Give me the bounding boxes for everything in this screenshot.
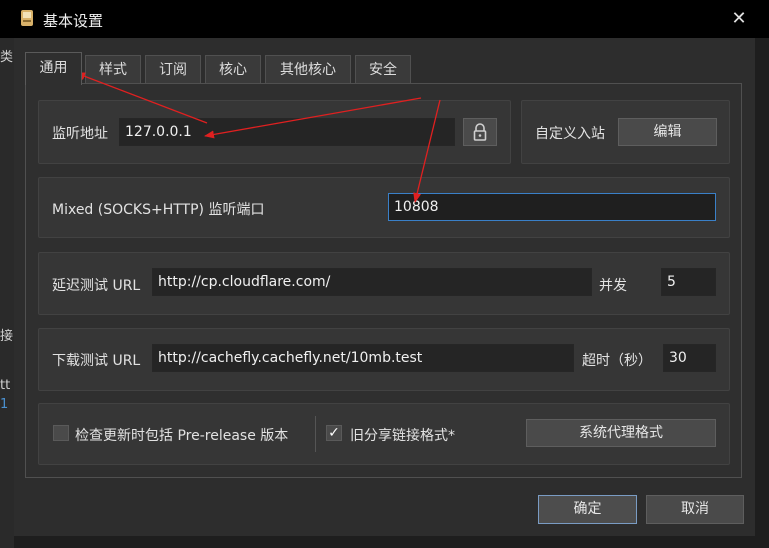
background-fragment: 1 (0, 397, 9, 412)
listen-address-input[interactable]: 127.0.0.1 (119, 118, 455, 146)
concurrency-input[interactable]: 5 (661, 268, 716, 296)
close-icon: ✕ (731, 8, 747, 29)
legacy-share-checkbox[interactable]: ✓ (326, 425, 342, 441)
concurrency-label: 并发 (599, 278, 627, 294)
mixed-port-label: Mixed (SOCKS+HTTP) 监听端口 (52, 202, 265, 218)
tab-style[interactable]: 样式 (85, 55, 141, 83)
ok-button[interactable]: 确定 (538, 495, 637, 524)
download-test-label: 下载测试 URL (52, 353, 141, 369)
edit-inbound-button[interactable]: 编辑 (618, 118, 717, 146)
tab-security[interactable]: 安全 (355, 55, 411, 83)
options-divider (315, 416, 316, 452)
latency-test-label: 延迟测试 URL (52, 278, 141, 294)
download-test-url-input[interactable]: http://cachefly.cachefly.net/10mb.test (152, 344, 574, 372)
tab-core[interactable]: 核心 (205, 55, 261, 83)
custom-inbound-label: 自定义入站 (535, 126, 605, 142)
timeout-label: 超时（秒） (582, 353, 652, 369)
timeout-input[interactable]: 30 (663, 344, 716, 372)
cancel-button[interactable]: 取消 (646, 495, 744, 524)
background-fragment: 接 (0, 329, 14, 344)
legacy-share-label: 旧分享链接格式* (350, 428, 455, 444)
mixed-port-input[interactable]: 10808 (388, 193, 716, 221)
tab-other-cores[interactable]: 其他核心 (265, 55, 351, 83)
background-fragment: tt (0, 378, 11, 393)
lock-button[interactable] (463, 118, 497, 146)
listen-address-label: 监听地址 (52, 126, 108, 142)
app-icon (21, 10, 33, 26)
close-button[interactable]: ✕ (726, 6, 752, 32)
prerelease-label: 检查更新时包括 Pre-release 版本 (75, 428, 289, 444)
proxy-format-button[interactable]: 系统代理格式 (526, 419, 716, 447)
tab-general[interactable]: 通用 (25, 52, 82, 85)
check-mark-icon: ✓ (328, 425, 340, 441)
prerelease-checkbox[interactable] (53, 425, 69, 441)
tab-subscription[interactable]: 订阅 (145, 55, 201, 83)
lock-icon (473, 123, 487, 141)
background-window-edge (0, 38, 14, 548)
latency-test-url-input[interactable]: http://cp.cloudflare.com/ (152, 268, 592, 296)
title-bar: 基本设置 ✕ (0, 0, 769, 38)
background-fragment: 类 (0, 50, 14, 65)
window-title: 基本设置 (43, 12, 104, 30)
